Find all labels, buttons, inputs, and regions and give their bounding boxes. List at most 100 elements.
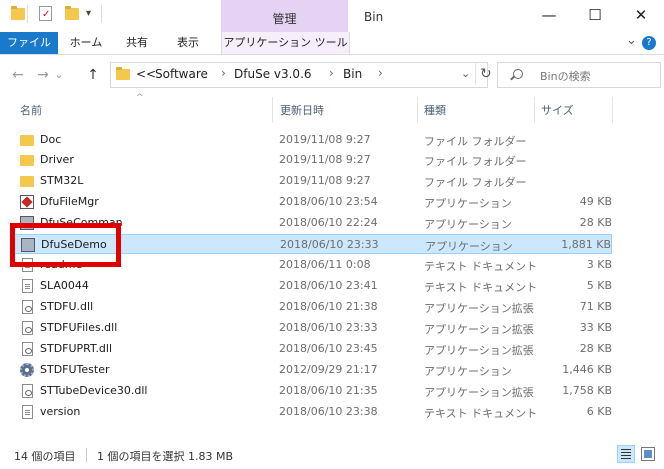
properties-icon[interactable]: ✓ xyxy=(39,6,52,21)
folder-icon xyxy=(20,176,34,187)
up-button[interactable]: ↑ xyxy=(83,63,103,87)
breadcrumb-separator[interactable]: › xyxy=(329,66,334,80)
folder-icon xyxy=(20,135,34,146)
breadcrumb-dfuse[interactable]: DfuSe v3.0.6 xyxy=(234,67,312,81)
new-folder-icon[interactable] xyxy=(65,6,79,20)
column-divider[interactable] xyxy=(612,97,613,123)
tab-home[interactable]: ホーム xyxy=(62,32,110,54)
column-header-name[interactable]: 名前 xyxy=(20,102,42,118)
dll-icon xyxy=(22,342,33,356)
folder-icon xyxy=(20,155,34,166)
gear-icon xyxy=(20,363,34,377)
tab-application-tools[interactable]: アプリケーション ツール xyxy=(221,32,350,54)
folder-icon xyxy=(116,67,130,80)
file-name: STDFUTester xyxy=(40,363,110,376)
text-document-icon xyxy=(22,405,33,419)
file-row[interactable]: SLA0044 2018/06/10 23:41 テキスト ドキュメント 5 K… xyxy=(14,276,612,296)
column-header-date[interactable]: 更新日時 xyxy=(280,102,324,118)
breadcrumb-overflow[interactable]: << xyxy=(136,67,156,81)
minimize-button[interactable]: — xyxy=(526,0,572,32)
address-dropdown-icon[interactable]: ⌄ xyxy=(461,67,470,80)
customize-toolbar-icon[interactable]: ▾ xyxy=(86,8,91,19)
file-row[interactable]: STDFUTester 2012/09/29 21:17 アプリケーション 1,… xyxy=(14,360,612,380)
file-row[interactable]: Driver 2019/11/08 9:27 ファイル フォルダー xyxy=(14,150,612,170)
file-date: 2018/06/10 23:45 xyxy=(279,342,378,355)
file-row[interactable]: STM32L 2019/11/08 9:27 ファイル フォルダー xyxy=(14,171,612,191)
recent-locations-button[interactable]: ⌄ xyxy=(52,63,66,87)
file-date: 2012/09/29 21:17 xyxy=(279,363,378,376)
forward-button[interactable]: → xyxy=(33,63,53,87)
application-icon xyxy=(20,195,34,209)
file-size: 1,758 KB xyxy=(562,384,612,397)
tab-file[interactable]: ファイル xyxy=(0,32,58,54)
file-type: アプリケーション xyxy=(424,197,512,210)
file-date: 2018/06/10 21:38 xyxy=(279,300,378,313)
dll-icon xyxy=(22,384,33,398)
file-row[interactable]: STDFU.dll 2018/06/10 21:38 アプリケーション拡張 71… xyxy=(14,297,612,317)
search-icon xyxy=(513,69,523,79)
file-size: 3 KB xyxy=(586,258,612,271)
tab-view[interactable]: 表示 xyxy=(168,32,208,54)
file-type: テキスト ドキュメント xyxy=(424,281,538,294)
file-row[interactable]: STDFUPRT.dll 2018/06/10 23:45 アプリケーション拡張… xyxy=(14,339,612,359)
refresh-button[interactable]: ↻ xyxy=(480,66,492,82)
breadcrumb-separator[interactable]: › xyxy=(378,66,383,80)
column-header-type[interactable]: 種類 xyxy=(424,102,446,118)
file-size: 6 KB xyxy=(586,405,612,418)
expand-ribbon-icon[interactable]: ⌄ xyxy=(626,33,637,48)
file-name: STM32L xyxy=(40,174,84,187)
back-button[interactable]: ← xyxy=(8,63,28,87)
file-row[interactable]: STTubeDevice30.dll 2018/06/10 21:35 アプリケ… xyxy=(14,381,612,401)
status-divider xyxy=(86,448,87,462)
column-divider[interactable] xyxy=(534,97,535,123)
file-type: ファイル フォルダー xyxy=(424,155,527,168)
file-type: アプリケーション拡張 xyxy=(424,323,534,336)
dll-icon xyxy=(22,300,33,314)
column-divider[interactable] xyxy=(272,97,273,123)
text-document-icon xyxy=(22,279,33,293)
search-placeholder: Binの検索 xyxy=(540,70,591,83)
large-icons-view-icon[interactable] xyxy=(641,447,655,461)
file-date: 2019/11/08 9:27 xyxy=(279,133,371,146)
file-row[interactable]: STDFUFiles.dll 2018/06/10 23:33 アプリケーション… xyxy=(14,318,612,338)
help-icon[interactable]: ? xyxy=(642,36,656,50)
file-row[interactable]: version 2018/06/10 23:38 テキスト ドキュメント 6 K… xyxy=(14,402,612,422)
breadcrumb-separator[interactable]: › xyxy=(221,66,226,80)
window-title: Bin xyxy=(364,10,384,24)
file-row[interactable]: Doc 2019/11/08 9:27 ファイル フォルダー xyxy=(14,130,612,150)
file-name: STDFUPRT.dll xyxy=(40,342,113,355)
file-name: STTubeDevice30.dll xyxy=(40,384,148,397)
details-view-icon[interactable] xyxy=(617,445,635,463)
file-size: 1,881 KB xyxy=(561,238,611,251)
file-type: アプリケーション拡張 xyxy=(424,302,534,315)
breadcrumb-software[interactable]: Software xyxy=(155,67,208,81)
file-date: 2018/06/11 0:08 xyxy=(279,258,371,271)
file-date: 2018/06/10 22:24 xyxy=(279,216,378,229)
column-divider[interactable] xyxy=(417,97,418,123)
file-name: version xyxy=(40,405,81,418)
maximize-button[interactable]: ☐ xyxy=(572,0,618,32)
file-date: 2018/06/10 21:35 xyxy=(279,384,378,397)
file-date: 2019/11/08 9:27 xyxy=(279,153,371,166)
file-row[interactable]: DfuFileMgr 2018/06/10 23:54 アプリケーション 49 … xyxy=(14,192,612,212)
address-divider xyxy=(475,63,476,85)
tab-share[interactable]: 共有 xyxy=(117,32,157,54)
toolbar-divider xyxy=(27,5,28,23)
column-header-size[interactable]: サイズ xyxy=(541,102,574,118)
close-button[interactable]: ✕ xyxy=(618,0,664,32)
file-size: 28 KB xyxy=(579,216,612,229)
breadcrumb-bin[interactable]: Bin xyxy=(343,67,362,81)
file-name: Driver xyxy=(40,153,74,166)
dll-icon xyxy=(22,321,33,335)
context-tab-manage: 管理 xyxy=(221,0,348,32)
folder-icon xyxy=(11,6,25,20)
file-type: アプリケーション拡張 xyxy=(424,386,534,399)
file-type: アプリケーション拡張 xyxy=(424,344,534,357)
file-type: アプリケーション xyxy=(424,218,512,231)
file-date: 2019/11/08 9:27 xyxy=(279,174,371,187)
file-size: 5 KB xyxy=(586,279,612,292)
highlight-box xyxy=(10,223,121,267)
file-name: STDFU.dll xyxy=(40,300,94,313)
file-date: 2018/06/10 23:54 xyxy=(279,195,378,208)
file-date: 2018/06/10 23:33 xyxy=(280,238,379,251)
